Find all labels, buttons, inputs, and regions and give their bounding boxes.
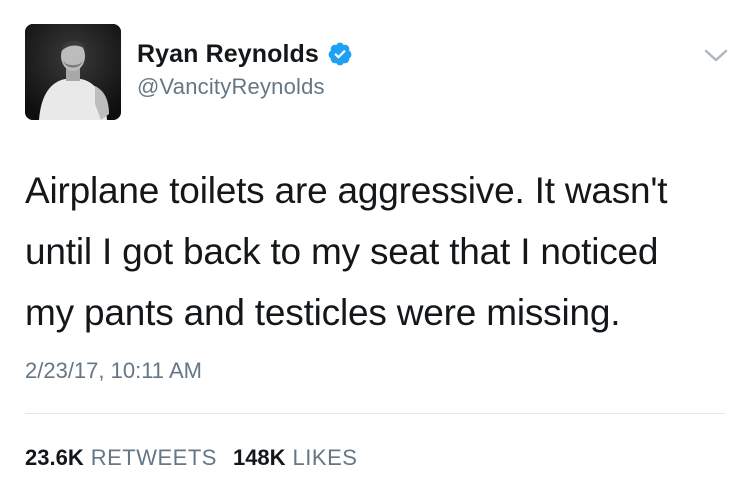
name-row: Ryan Reynolds xyxy=(137,38,353,70)
retweets-label: RETWEETS xyxy=(90,445,217,470)
verified-badge-icon xyxy=(327,41,353,67)
retweets-stat[interactable]: 23.6K RETWEETS xyxy=(25,445,217,471)
author-avatar[interactable] xyxy=(25,24,121,120)
tweet-card: Ryan Reynolds @VancityReynolds Airplane … xyxy=(0,0,750,500)
likes-label: LIKES xyxy=(292,445,358,470)
tweet-timestamp[interactable]: 2/23/17, 10:11 AM xyxy=(25,358,202,384)
author-display-name[interactable]: Ryan Reynolds xyxy=(137,40,319,69)
tweet-stats: 23.6K RETWEETS 148K LIKES xyxy=(25,445,373,471)
chevron-down-icon[interactable] xyxy=(703,47,729,65)
likes-count: 148K xyxy=(232,445,286,470)
author-handle[interactable]: @VancityReynolds xyxy=(137,74,353,100)
avatar-photo xyxy=(25,24,121,120)
retweets-count: 23.6K xyxy=(25,445,84,470)
tweet-text-line: my pants and testicles were missing. xyxy=(25,292,621,333)
tweet-text-line: Airplane toilets are aggressive. It wasn… xyxy=(25,170,668,211)
likes-stat[interactable]: 148K LIKES xyxy=(233,445,357,471)
author-info: Ryan Reynolds @VancityReynolds xyxy=(137,38,353,100)
tweet-text-line: until I got back to my seat that I notic… xyxy=(25,231,659,272)
tweet-text: Airplane toilets are aggressive. It wasn… xyxy=(25,160,725,343)
divider xyxy=(25,413,725,414)
